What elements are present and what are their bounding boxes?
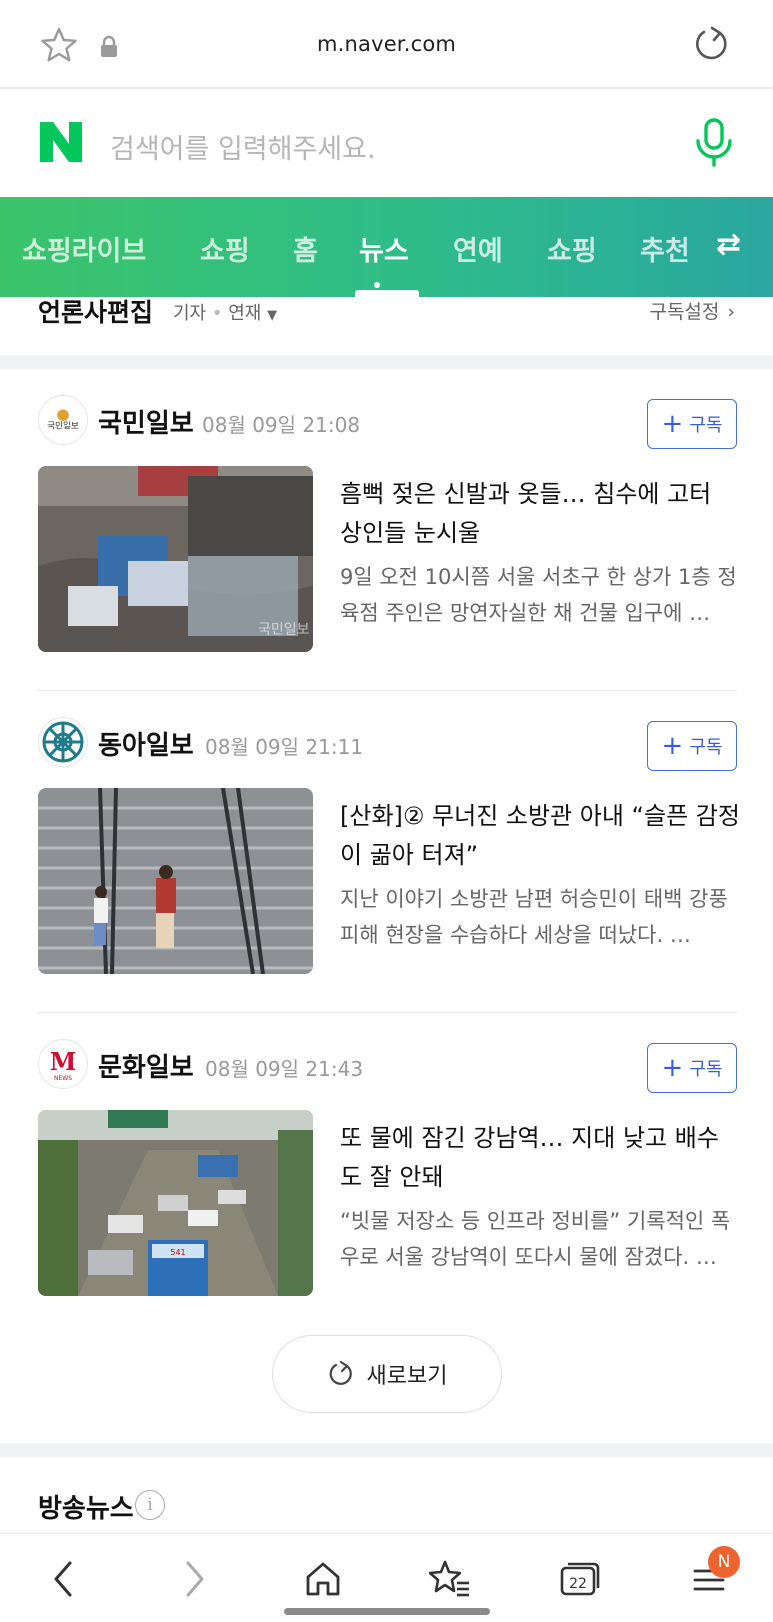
category-tabs: 쇼핑라이브 쇼핑 홈 뉴스 연예 쇼핑 추천 ⇄ <box>0 197 773 307</box>
article-time: 08월 09일 21:11 <box>205 735 364 759</box>
refresh-icon <box>329 1360 352 1385</box>
filter-series[interactable]: 연재 <box>228 303 261 324</box>
chevron-right-icon: › <box>727 301 735 323</box>
press-logo[interactable] <box>38 717 88 767</box>
reload-icon[interactable] <box>692 24 732 64</box>
article-headline[interactable]: [산화]② 무너진 소방관 아내 “슬픈 감정이 곪아 터져” <box>340 797 740 875</box>
browser-bottom-nav: 22 N <box>0 1533 773 1622</box>
svg-text:국민일보: 국민일보 <box>47 421 79 432</box>
url-text[interactable]: m.naver.com <box>0 32 773 56</box>
chevron-right-icon <box>186 1561 204 1597</box>
article-headline[interactable]: 흠뻑 젖은 신발과 옷들… 침수에 고터 상인들 눈시울 <box>340 475 740 553</box>
subscribe-button[interactable]: + 구독 <box>647 1043 737 1093</box>
gesture-home-indicator <box>284 1608 490 1615</box>
press-edit-header: 언론사편집 기자 • 연재 ▼ 구독설정 › <box>0 297 773 355</box>
svg-text:국민일보: 국민일보 <box>258 622 310 638</box>
article-summary[interactable]: 지난 이야기 소방관 남편 허승민이 태백 강풍 피해 현장을 수습하다 세상을… <box>340 881 740 953</box>
news-card: 국민일보 국민일보 08월 09일 21:08 + 구독 국민일보 흠뻑 젖은 신… <box>0 369 773 691</box>
broadcast-news-title: 방송뉴스 <box>38 1494 134 1524</box>
swap-arrows-icon[interactable]: ⇄ <box>716 227 741 262</box>
home-button[interactable] <box>298 1554 348 1604</box>
browser-url-bar: m.naver.com <box>0 0 773 89</box>
forward-button[interactable] <box>170 1554 220 1604</box>
refresh-button[interactable]: 새로보기 <box>272 1335 502 1413</box>
article-summary[interactable]: “빗물 저장소 등 인프라 정비를” 기록적인 폭우로 서울 강남역이 또다시 … <box>340 1203 740 1275</box>
tab-shopping-2[interactable]: 쇼핑 <box>547 229 597 268</box>
svg-text:541: 541 <box>170 1248 185 1257</box>
filter-reporter[interactable]: 기자 <box>173 303 206 324</box>
info-icon[interactable]: i <box>135 1490 165 1520</box>
tab-recommend[interactable]: 추천 <box>640 229 690 268</box>
chevron-left-icon <box>54 1561 72 1597</box>
section-title: 언론사편집 <box>38 298 154 327</box>
press-name[interactable]: 문화일보 <box>98 1047 194 1084</box>
press-logo[interactable]: 국민일보 <box>38 395 88 445</box>
subscription-settings-link[interactable]: 구독설정 › <box>649 297 735 324</box>
press-name[interactable]: 국민일보 <box>98 403 194 440</box>
tabs-icon: 22 <box>560 1562 600 1596</box>
tab-news[interactable]: 뉴스 <box>359 229 409 268</box>
news-card: 동아일보 08월 09일 21:11 + 구독 [산화]② 무너진 소방관 아내 … <box>0 691 773 1013</box>
active-tab-indicator <box>355 290 419 297</box>
svg-text:22: 22 <box>569 1576 587 1592</box>
plus-icon: + <box>661 731 684 761</box>
tabs-button[interactable]: 22 <box>555 1554 605 1604</box>
subpage-dots <box>374 273 396 307</box>
press-name[interactable]: 동아일보 <box>98 725 194 762</box>
microphone-icon[interactable] <box>692 117 736 169</box>
home-icon <box>306 1562 340 1596</box>
tab-shopping-live[interactable]: 쇼핑라이브 <box>22 229 146 268</box>
subscribe-button[interactable]: + 구독 <box>647 399 737 449</box>
section-filter[interactable]: 기자 • 연재 ▼ <box>173 299 277 325</box>
subscribe-button[interactable]: + 구독 <box>647 721 737 771</box>
article-thumbnail[interactable] <box>38 788 313 974</box>
notification-badge: N <box>708 1546 740 1578</box>
plus-icon: + <box>661 409 684 439</box>
star-list-icon <box>429 1560 469 1597</box>
section-gap <box>0 1443 773 1457</box>
bookmarks-button[interactable] <box>426 1554 476 1604</box>
chevron-down-icon: ▼ <box>267 308 278 323</box>
article-time: 08월 09일 21:08 <box>202 413 361 437</box>
article-thumbnail[interactable]: 국민일보 <box>38 466 313 652</box>
refresh-label: 새로보기 <box>366 1364 448 1389</box>
press-logo[interactable]: M NEWS <box>38 1039 88 1089</box>
svg-text:NEWS: NEWS <box>54 1075 72 1082</box>
article-headline[interactable]: 또 물에 잠긴 강남역… 지대 낮고 배수도 잘 안돼 <box>340 1119 740 1197</box>
tab-shopping[interactable]: 쇼핑 <box>200 229 250 268</box>
naver-logo[interactable] <box>38 120 84 164</box>
plus-icon: + <box>661 1053 684 1083</box>
tab-home[interactable]: 홈 <box>293 229 318 268</box>
article-thumbnail[interactable]: 541 <box>38 1110 313 1296</box>
svg-text:M: M <box>50 1047 77 1076</box>
back-button[interactable] <box>38 1554 88 1604</box>
section-gap <box>0 355 773 369</box>
article-summary[interactable]: 9일 오전 10시쯤 서울 서초구 한 상가 1층 정육점 주인은 망연자실한 … <box>340 559 740 631</box>
tab-entertainment[interactable]: 연예 <box>453 229 503 268</box>
news-card: M NEWS 문화일보 08월 09일 21:43 + 구독 541 또 물에 잠… <box>0 1013 773 1335</box>
search-bar: 검색어를 입력해주세요. <box>0 89 773 197</box>
article-time: 08월 09일 21:43 <box>205 1057 364 1081</box>
search-input[interactable]: 검색어를 입력해주세요. <box>110 127 376 166</box>
